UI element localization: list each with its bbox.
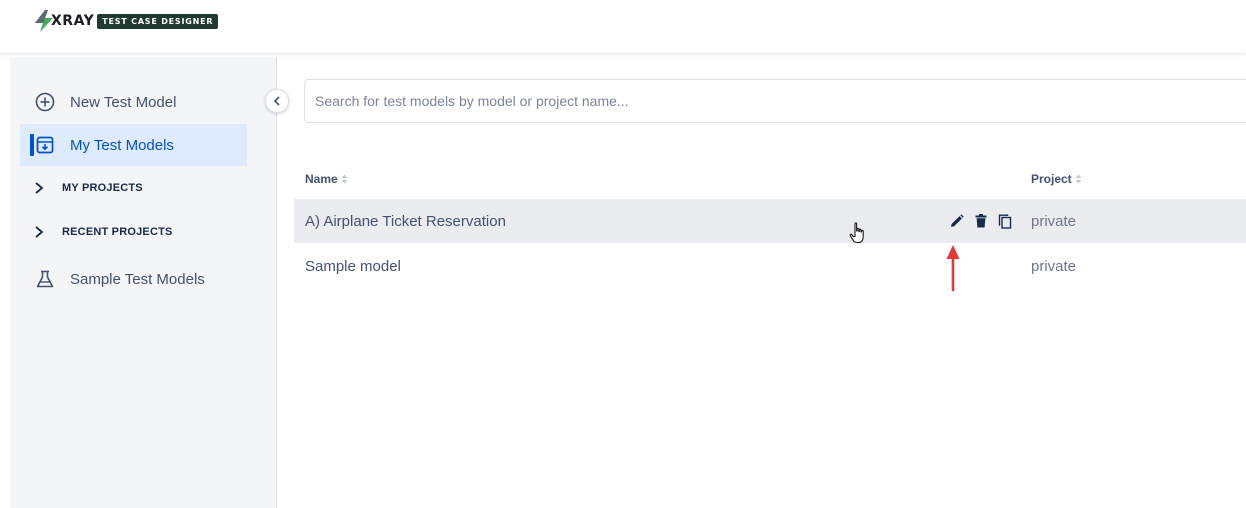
- model-name-link[interactable]: A) Airplane Ticket Reservation: [305, 199, 506, 243]
- app-logo[interactable]: XRAY TEST CASE DESIGNER: [34, 10, 219, 32]
- sidebar-item-label: Sample Test Models: [70, 270, 205, 288]
- flask-icon: [34, 268, 56, 290]
- sidebar-item-sample-test-models[interactable]: Sample Test Models: [20, 258, 247, 300]
- column-header-label: Project: [1031, 172, 1072, 186]
- edit-button[interactable]: [946, 210, 968, 232]
- active-indicator: [30, 134, 34, 156]
- chevron-right-icon: [34, 226, 48, 238]
- search-input[interactable]: [304, 79, 1246, 123]
- arrow-up-icon: [946, 245, 960, 292]
- row-actions: [946, 199, 1018, 243]
- copy-icon: [998, 214, 1012, 229]
- collapse-sidebar-button[interactable]: [265, 89, 289, 113]
- sidebar-section-label: RECENT PROJECTS: [62, 226, 173, 238]
- hand-cursor-icon: [849, 222, 864, 244]
- trash-icon: [975, 214, 987, 228]
- table-row[interactable]: A) Airplane Ticket Reservation private: [294, 199, 1246, 243]
- sidebar-item-new-test-model[interactable]: New Test Model: [20, 81, 247, 123]
- project-cell: private: [1031, 212, 1077, 230]
- copy-button[interactable]: [994, 210, 1016, 232]
- logo-badge: TEST CASE DESIGNER: [97, 13, 219, 29]
- sidebar-item-label: My Test Models: [70, 136, 174, 154]
- sidebar-item-my-test-models[interactable]: My Test Models: [20, 124, 247, 166]
- top-bar: XRAY TEST CASE DESIGNER: [0, 0, 1246, 54]
- edit-icon: [951, 214, 964, 227]
- sidebar-section-my-projects[interactable]: MY PROJECTS: [34, 177, 143, 199]
- column-header-project[interactable]: Project: [1031, 170, 1082, 188]
- sidebar-section-recent-projects[interactable]: RECENT PROJECTS: [34, 221, 173, 243]
- sidebar-item-label: New Test Model: [70, 93, 177, 111]
- column-header-label: Name: [305, 172, 338, 186]
- sidebar-section-label: MY PROJECTS: [62, 182, 143, 194]
- model-name-link[interactable]: Sample model: [305, 244, 401, 288]
- project-cell: private: [1031, 257, 1077, 275]
- sort-icon: [341, 174, 348, 184]
- column-header-name[interactable]: Name: [305, 170, 348, 188]
- logo-wordmark: XRAY: [51, 13, 95, 29]
- chevron-left-icon: [273, 96, 280, 106]
- archive-box-icon: [34, 134, 56, 156]
- plus-circle-icon: [34, 91, 56, 113]
- chevron-right-icon: [34, 182, 48, 194]
- delete-button[interactable]: [970, 210, 992, 232]
- sort-icon: [1075, 174, 1082, 184]
- table-row[interactable]: Sample model private: [294, 244, 1246, 288]
